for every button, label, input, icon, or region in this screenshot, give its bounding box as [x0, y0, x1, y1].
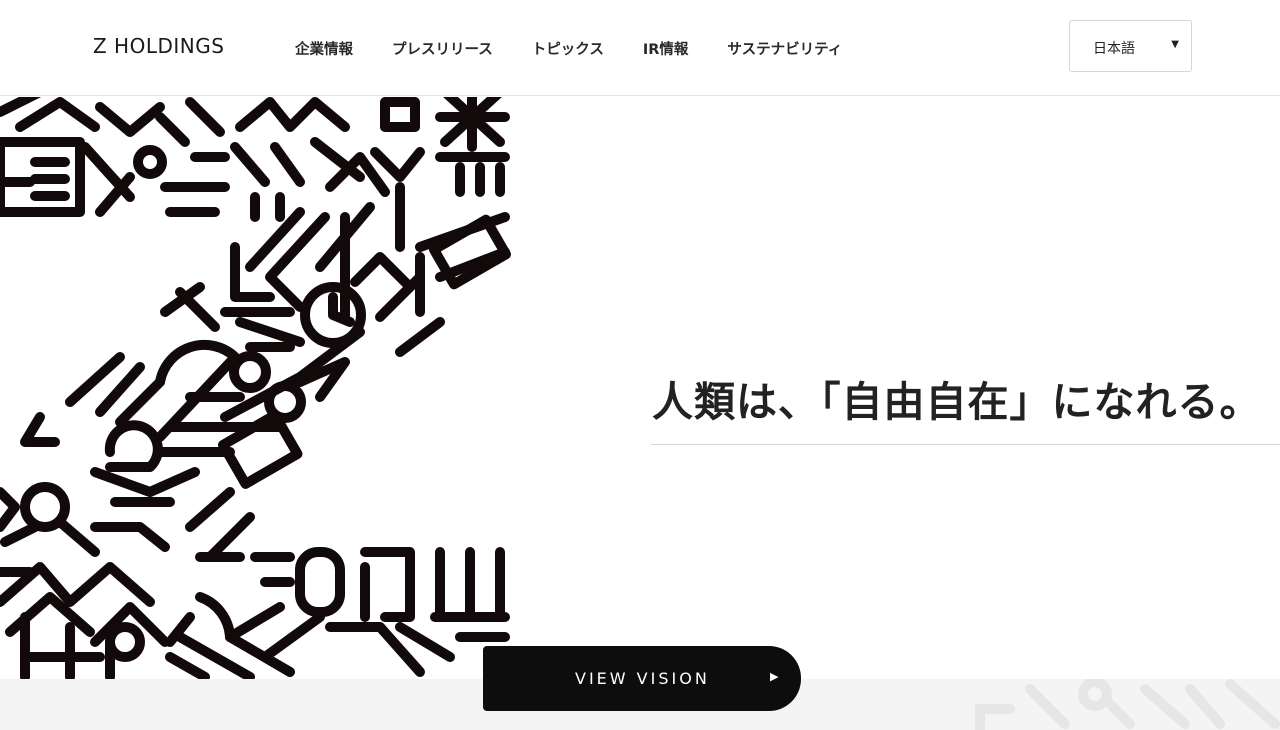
play-arrow-icon: ▶	[770, 670, 779, 683]
nav-item-ir[interactable]: IR情報	[643, 38, 689, 59]
main-nav: 企業情報 プレスリリース トピックス IR情報 サステナビリティ	[295, 38, 881, 59]
nav-item-press-release[interactable]: プレスリリース	[392, 38, 493, 59]
nav-item-sustainability[interactable]: サステナビリティ	[727, 38, 842, 59]
logo[interactable]: Z HOLDINGS	[93, 34, 224, 58]
divider	[651, 444, 1280, 445]
view-vision-label: VIEW VISION	[575, 669, 710, 688]
chevron-down-icon: ▼	[1171, 39, 1179, 50]
view-vision-button[interactable]: VIEW VISION ▶	[483, 646, 801, 711]
nav-item-topics[interactable]: トピックス	[532, 38, 604, 59]
nav-item-company[interactable]: 企業情報	[295, 38, 353, 59]
language-label: 日本語	[1093, 41, 1135, 57]
hero-illustration	[0, 97, 520, 680]
hero-tagline: 人類は、「自由自在」になれる。	[652, 378, 1262, 426]
language-select[interactable]: 日本語 ▼	[1069, 20, 1192, 72]
site-header: Z HOLDINGS 企業情報 プレスリリース トピックス IR情報 サステナビ…	[0, 0, 1280, 96]
bottom-illustration	[970, 679, 1280, 730]
